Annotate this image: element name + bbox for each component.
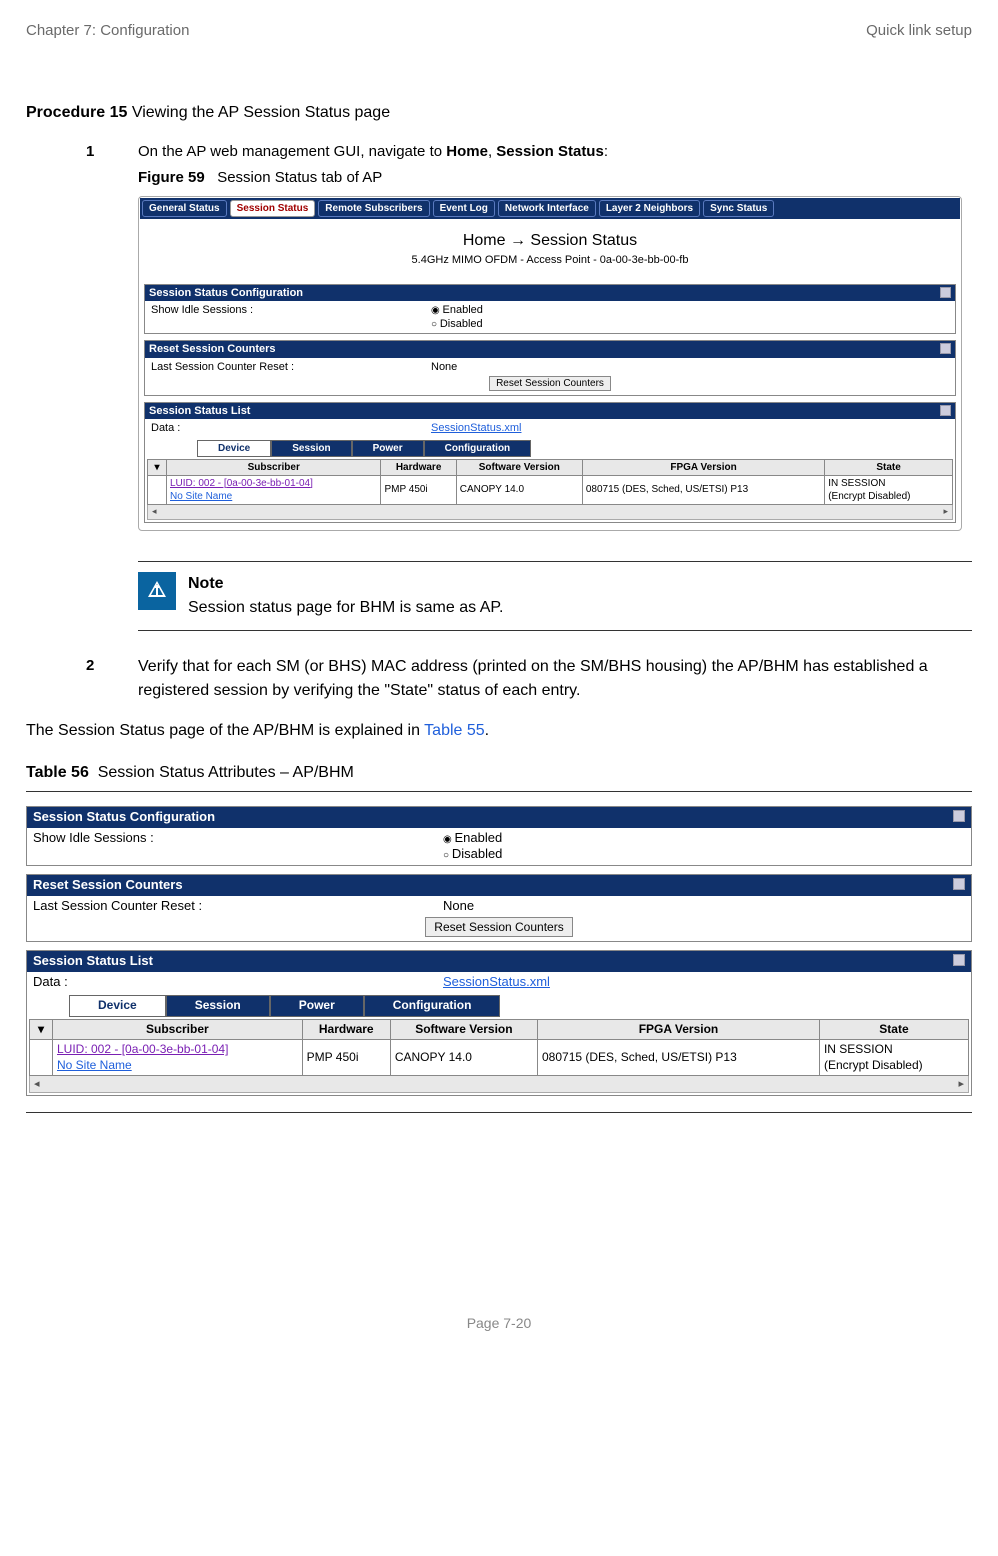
collapse-icon[interactable] <box>940 287 951 298</box>
figure-59-panel: General Status Session Status Remote Sub… <box>138 196 962 531</box>
table-56-panel: Session Status Configuration Show Idle S… <box>26 791 972 1114</box>
tab-bar: General Status Session Status Remote Sub… <box>140 198 960 219</box>
subtab-power-2[interactable]: Power <box>270 995 364 1017</box>
step-2-number: 2 <box>86 655 138 678</box>
radio-enabled[interactable] <box>431 304 443 316</box>
breadcrumb: Home → Session Status <box>140 219 960 254</box>
tab-general-status[interactable]: General Status <box>142 200 227 217</box>
session-status-config-2: Session Status Configuration Show Idle S… <box>26 806 972 867</box>
subscriber-link[interactable]: LUID: 002 - [0a-00-3e-bb-01-04] <box>170 478 313 489</box>
subtab-device-2[interactable]: Device <box>69 995 166 1017</box>
tab-event-log[interactable]: Event Log <box>433 200 495 217</box>
site-name-link[interactable]: No Site Name <box>170 491 232 502</box>
radio-disabled[interactable] <box>431 318 440 330</box>
step-1-number: 1 <box>86 141 138 164</box>
data-label-2: Data : <box>29 974 443 991</box>
subtab-session[interactable]: Session <box>271 440 351 457</box>
collapse-icon[interactable] <box>953 878 965 890</box>
data-label: Data : <box>147 421 431 435</box>
table-56-caption: Table 56 Session Status Attributes – AP/… <box>26 761 972 785</box>
last-reset-value-2: None <box>443 898 969 915</box>
subtab-power[interactable]: Power <box>352 440 424 457</box>
session-status-list-2: Session Status List Data : SessionStatus… <box>26 950 972 1096</box>
reset-session-counters-2: Reset Session Counters Last Session Coun… <box>26 874 972 942</box>
collapse-icon[interactable] <box>953 954 965 966</box>
note-body: Session status page for BHM is same as A… <box>188 596 503 620</box>
collapse-icon[interactable] <box>940 405 951 416</box>
subtab-configuration[interactable]: Configuration <box>424 440 532 457</box>
table-row: LUID: 002 - [0a-00-3e-bb-01-04] No Site N… <box>148 475 953 504</box>
horizontal-scrollbar[interactable]: ◂▸ <box>147 505 953 520</box>
device-table-2: ▾ Subscriber Hardware Software Version F… <box>29 1019 969 1077</box>
step-2-text: Verify that for each SM (or BHS) MAC add… <box>138 655 972 703</box>
reset-session-counters: Reset Session Counters Last Session Coun… <box>144 340 956 396</box>
session-status-config: Session Status Configuration Show Idle S… <box>144 284 956 335</box>
last-reset-label: Last Session Counter Reset : <box>147 360 431 374</box>
reset-counters-button[interactable]: Reset Session Counters <box>489 376 611 391</box>
figure-caption: Figure 59 Session Status tab of AP <box>138 167 972 190</box>
sort-icon[interactable]: ▾ <box>30 1019 53 1040</box>
table-55-link[interactable]: Table 55 <box>424 722 485 739</box>
table-row: LUID: 002 - [0a-00-3e-bb-01-04] No Site N… <box>30 1040 969 1076</box>
tab-sync-status[interactable]: Sync Status <box>703 200 774 217</box>
device-table: ▾ Subscriber Hardware Software Version F… <box>147 459 953 505</box>
quicklink-label: Quick link setup <box>866 20 972 43</box>
tab-layer2-neighbors[interactable]: Layer 2 Neighbors <box>599 200 700 217</box>
subscriber-link-2[interactable]: LUID: 002 - [0a-00-3e-bb-01-04] <box>57 1042 228 1056</box>
chapter-label: Chapter 7: Configuration <box>26 20 189 43</box>
collapse-icon[interactable] <box>940 343 951 354</box>
tab-session-status[interactable]: Session Status <box>230 200 316 217</box>
note-icon <box>138 572 176 610</box>
procedure-title: Procedure 15 Viewing the AP Session Stat… <box>26 101 972 125</box>
site-name-link-2[interactable]: No Site Name <box>57 1058 132 1072</box>
step-1-text: On the AP web management GUI, navigate t… <box>138 143 446 160</box>
breadcrumb-sub: 5.4GHz MIMO OFDM - Access Point - 0a-00-… <box>140 253 960 277</box>
tab-remote-subscribers[interactable]: Remote Subscribers <box>318 200 429 217</box>
subtab-session-2[interactable]: Session <box>166 995 270 1017</box>
subtab-configuration-2[interactable]: Configuration <box>364 995 501 1017</box>
session-status-list: Session Status List Data : SessionStatus… <box>144 402 956 523</box>
radio-disabled-2[interactable] <box>443 846 452 861</box>
last-reset-label-2: Last Session Counter Reset : <box>29 898 443 915</box>
note-title: Note <box>188 572 503 596</box>
show-idle-label: Show Idle Sessions : <box>147 303 431 332</box>
sort-icon[interactable]: ▾ <box>148 459 167 475</box>
show-idle-label-2: Show Idle Sessions : <box>29 830 443 864</box>
data-xml-link[interactable]: SessionStatus.xml <box>431 422 521 434</box>
collapse-icon[interactable] <box>953 810 965 822</box>
explanation-paragraph: The Session Status page of the AP/BHM is… <box>26 719 972 743</box>
subtab-device[interactable]: Device <box>197 440 271 457</box>
radio-enabled-2[interactable] <box>443 830 455 845</box>
page-footer: Page 7-20 <box>26 1313 972 1334</box>
reset-counters-button-2[interactable]: Reset Session Counters <box>425 917 572 937</box>
tab-network-interface[interactable]: Network Interface <box>498 200 596 217</box>
last-reset-value: None <box>431 360 953 374</box>
horizontal-scrollbar-2[interactable]: ◂▸ <box>29 1076 969 1093</box>
data-xml-link-2[interactable]: SessionStatus.xml <box>443 974 550 989</box>
note-block: Note Session status page for BHM is same… <box>138 561 972 631</box>
